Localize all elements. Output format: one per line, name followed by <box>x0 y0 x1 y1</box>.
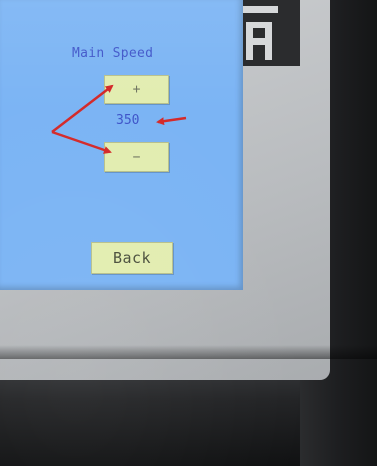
decrease-button[interactable]: − <box>104 142 169 172</box>
hmi-photo: Main Speed + 350 − Back <box>0 0 377 466</box>
page-title: Main Speed <box>72 46 154 61</box>
speed-value: 350 <box>116 113 140 128</box>
brand-logo-icon <box>238 0 300 66</box>
increase-button-label: + <box>132 82 141 97</box>
back-button[interactable]: Back <box>91 242 173 274</box>
decrease-button-label: − <box>132 149 141 165</box>
case-shadow <box>0 345 377 359</box>
increase-button[interactable]: + <box>104 75 169 104</box>
hmi-screen: Main Speed + 350 − Back <box>0 0 243 290</box>
brand-logo-icon-svg <box>238 0 300 66</box>
back-button-label: Back <box>112 249 152 267</box>
